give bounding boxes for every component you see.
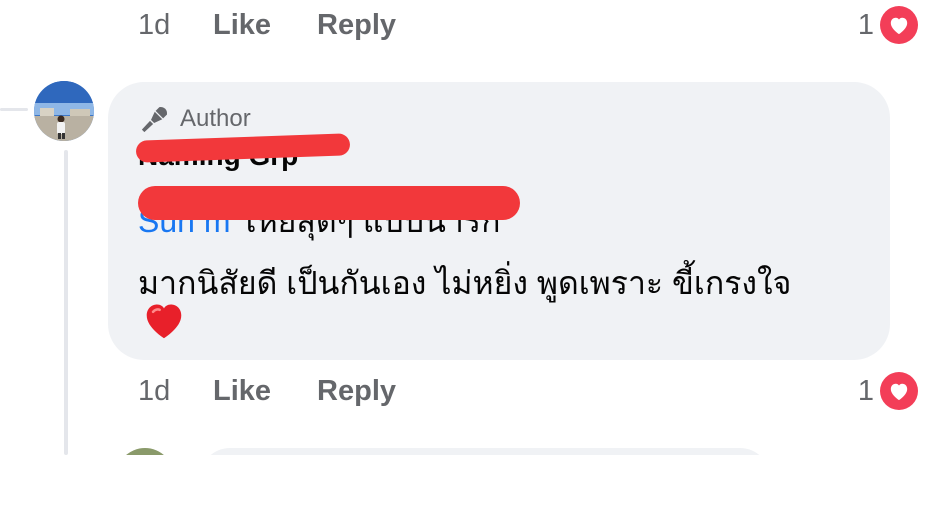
author-avatar[interactable] — [34, 81, 94, 141]
page-bottom-area — [0, 455, 942, 530]
heart-reaction-icon — [880, 6, 918, 44]
reaction-count: 1 — [857, 374, 874, 407]
author-badge-label: Author — [180, 105, 251, 132]
thread-branch-line — [0, 108, 28, 111]
comment-text-line2: มากนิสัยดี เป็นกันเอง ไม่หยิ่ง พูดเพราะ … — [138, 265, 792, 301]
author-badge: Author — [140, 104, 251, 134]
prev-comment-actions: 1d Like Reply 1 — [138, 5, 918, 45]
thread-line — [64, 150, 68, 455]
name-redaction — [135, 133, 351, 163]
prev-like-button[interactable]: Like — [213, 9, 271, 42]
comment-time: 1d — [138, 374, 171, 407]
heart-reaction-icon — [880, 372, 918, 410]
mention-redaction — [138, 186, 520, 220]
microphone-icon — [140, 104, 170, 134]
prev-reply-button[interactable]: Reply — [317, 9, 396, 42]
comment-bubble[interactable]: Author Naming Grp Sun m โหยสุดๆ แบบน่ารั… — [108, 82, 890, 360]
comment-actions: 1d Like Reply 1 — [138, 371, 918, 411]
prev-reaction-count: 1 — [857, 8, 874, 41]
reaction-summary[interactable]: 1 — [858, 372, 918, 410]
prev-comment-time: 1d — [138, 8, 171, 41]
prev-reaction-summary[interactable]: 1 — [858, 6, 918, 44]
reply-button[interactable]: Reply — [317, 375, 396, 408]
like-button[interactable]: Like — [213, 375, 271, 408]
heart-emoji — [142, 300, 186, 345]
